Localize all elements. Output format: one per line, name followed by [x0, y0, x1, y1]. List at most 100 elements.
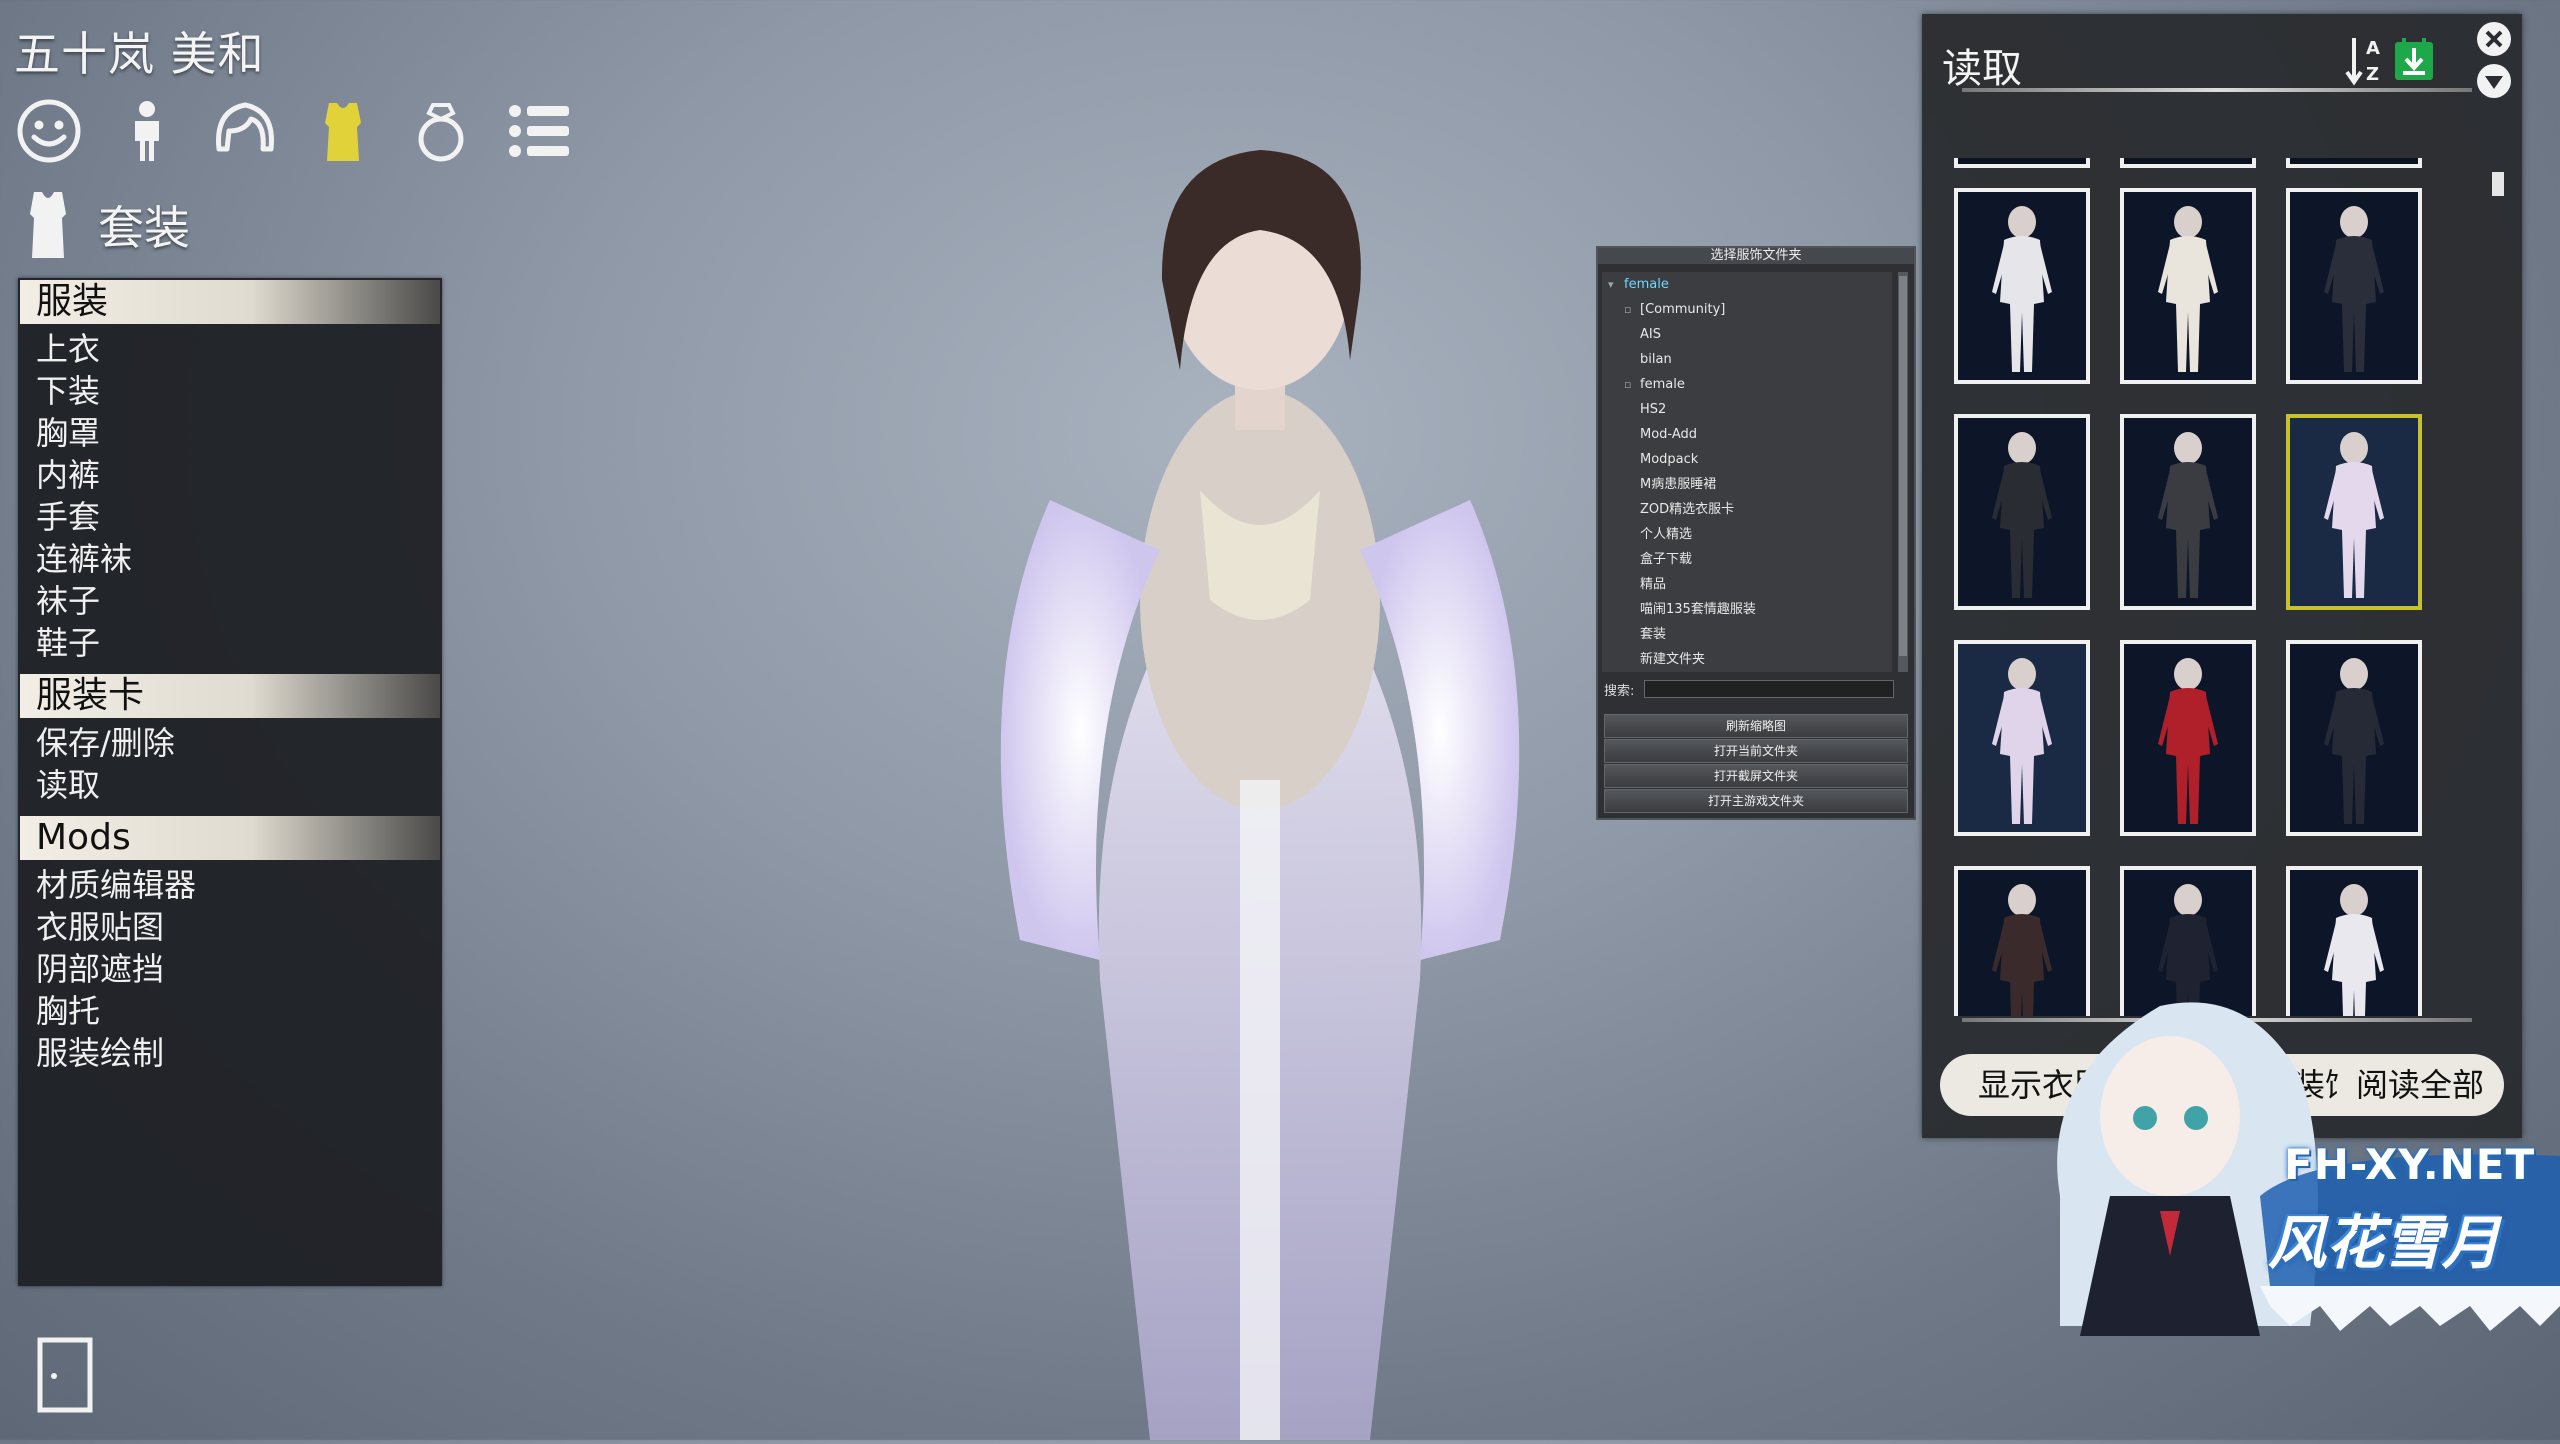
outfit-thumbnail[interactable]	[2120, 188, 2256, 384]
folder-label: 新建文件夹	[1640, 652, 1706, 667]
outfit-thumbnail[interactable]	[1954, 866, 2090, 1016]
character-silhouette	[1000, 150, 1520, 1440]
folder-label: M病患服睡裙	[1640, 477, 1717, 492]
folder-label: 精品	[1640, 577, 1667, 592]
outfit-preview-image	[1992, 432, 2052, 598]
folder-label: ZOD精选衣服卡	[1640, 502, 1735, 517]
close-icon[interactable]	[2475, 20, 2513, 58]
menu-item-censor[interactable]: 阴部遮挡	[18, 948, 442, 990]
folder-expand-icon[interactable]: ▫	[1624, 372, 1634, 397]
menu-group-title: 服装卡	[20, 674, 440, 718]
outfit-preview-image	[1992, 658, 2052, 824]
outfit-preview-image	[2324, 206, 2384, 372]
outfit-thumbnail[interactable]	[2120, 866, 2256, 1016]
menu-item-panties[interactable]: 内裤	[18, 454, 442, 496]
open-current-folder-button[interactable]: 打开当前文件夹	[1604, 739, 1908, 763]
watermark-site-name: 风花雪月	[2268, 1209, 2501, 1277]
outfit-thumbnail[interactable]	[2286, 414, 2422, 610]
menu-group-title: 服装	[20, 280, 440, 324]
accessory-ring-icon[interactable]	[406, 96, 476, 166]
sort-az-icon[interactable]: A Z	[2344, 32, 2388, 88]
load-panel-title: 读取	[1942, 46, 2022, 92]
menu-item-bust-support[interactable]: 胸托	[18, 990, 442, 1032]
outfit-thumbnail[interactable]	[2286, 640, 2422, 836]
outfit-thumbnail[interactable]	[2120, 640, 2256, 836]
folder-scrollbar[interactable]	[1898, 272, 1908, 672]
folder-item[interactable]: ▾ female	[1602, 272, 1892, 297]
folder-label: 盒子下载	[1640, 552, 1693, 567]
refresh-thumbnails-button[interactable]: 刷新缩略图	[1604, 714, 1908, 738]
outfit-thumbnail[interactable]	[1954, 158, 2090, 168]
panel-divider	[1962, 88, 2472, 92]
folder-label: female	[1640, 377, 1685, 392]
svg-text:Z: Z	[2366, 64, 2379, 85]
menu-item-shoes[interactable]: 鞋子	[18, 622, 442, 664]
folder-label: bilan	[1640, 352, 1672, 367]
menu-item-bottom[interactable]: 下装	[18, 370, 442, 412]
folder-item[interactable]: ▫ female	[1602, 372, 1892, 397]
folder-expand-icon[interactable]: ▫	[1624, 297, 1634, 322]
section-title: 套装	[98, 201, 190, 255]
folder-item[interactable]: bilan	[1602, 347, 1892, 372]
menu-item-bra[interactable]: 胸罩	[18, 412, 442, 454]
folder-item[interactable]: 新建文件夹	[1602, 647, 1892, 672]
open-game-folder-button[interactable]: 打开主游戏文件夹	[1604, 789, 1908, 813]
chevron-down-circle-icon[interactable]	[2475, 62, 2513, 100]
folder-item[interactable]: 套装	[1602, 622, 1892, 647]
menu-item-material-editor[interactable]: 材质编辑器	[18, 864, 442, 906]
outfit-preview-image	[2158, 658, 2218, 824]
outfit-preview-image	[2324, 884, 2384, 1016]
folder-item[interactable]: ZOD精选衣服卡	[1602, 497, 1892, 522]
folder-expand-icon[interactable]: ▾	[1608, 272, 1618, 297]
open-screenshot-folder-button[interactable]: 打开截屏文件夹	[1604, 764, 1908, 788]
folder-item[interactable]: 喵闹135套情趣服装	[1602, 597, 1892, 622]
body-icon[interactable]	[112, 96, 182, 166]
menu-item-clothes-paint[interactable]: 服装绘制	[18, 1032, 442, 1074]
outfit-thumbnail[interactable]	[1954, 188, 2090, 384]
exit-door-icon[interactable]	[36, 1336, 94, 1414]
folder-item[interactable]: 个人精选	[1602, 522, 1892, 547]
search-input[interactable]	[1644, 680, 1895, 698]
folder-label: Mod-Add	[1640, 427, 1697, 442]
menu-item-socks[interactable]: 袜子	[18, 580, 442, 622]
download-green-icon[interactable]	[2392, 36, 2436, 84]
folder-item[interactable]: AIS	[1602, 322, 1892, 347]
outfit-preview-image	[2158, 432, 2218, 598]
outfit-preview-image	[1992, 884, 2052, 1016]
menu-group-title: Mods	[20, 816, 440, 860]
folder-label: 喵闹135套情趣服装	[1640, 602, 1756, 617]
folder-item[interactable]: 精品	[1602, 572, 1892, 597]
menu-item-load[interactable]: 读取	[18, 764, 442, 806]
outfit-thumbnail[interactable]	[1954, 640, 2090, 836]
folder-search: 搜索:	[1604, 678, 1904, 700]
menu-item-gloves[interactable]: 手套	[18, 496, 442, 538]
outfit-thumbnail[interactable]	[2120, 158, 2256, 168]
folder-item[interactable]: HS2	[1602, 397, 1892, 422]
menu-item-save-delete[interactable]: 保存/删除	[18, 722, 442, 764]
outfit-thumbnail[interactable]	[2286, 188, 2422, 384]
outfit-thumbnail[interactable]	[2286, 866, 2422, 1016]
folder-item[interactable]: ▫ [Community]	[1602, 297, 1892, 322]
grid-scrollbar[interactable]	[2492, 172, 2504, 196]
category-toolbar	[14, 96, 574, 166]
folder-label: 个人精选	[1640, 527, 1693, 542]
hair-icon[interactable]	[210, 96, 280, 166]
list-icon[interactable]	[504, 96, 574, 166]
clothing-icon[interactable]	[308, 96, 378, 166]
face-icon[interactable]	[14, 96, 84, 166]
load-panel: 读取 A Z 显示衣服 读取装饰 阅读全部	[1922, 14, 2522, 1138]
outfit-thumbnail[interactable]	[1954, 414, 2090, 610]
folder-item[interactable]: M病患服睡裙	[1602, 472, 1892, 497]
outfit-preview-image	[2158, 206, 2218, 372]
menu-item-clothes-texture[interactable]: 衣服贴图	[18, 906, 442, 948]
outfit-thumbnail[interactable]	[2286, 158, 2422, 168]
folder-item[interactable]: 盒子下载	[1602, 547, 1892, 572]
folder-label: HS2	[1640, 402, 1667, 417]
outfit-thumbnail[interactable]	[2120, 414, 2256, 610]
section-header: 套装	[18, 190, 190, 260]
menu-item-top[interactable]: 上衣	[18, 328, 442, 370]
folder-item[interactable]: Modpack	[1602, 447, 1892, 472]
menu-item-pantyhose[interactable]: 连裤袜	[18, 538, 442, 580]
outfit-thumbnail-grid	[1954, 158, 2454, 1016]
folder-item[interactable]: Mod-Add	[1602, 422, 1892, 447]
